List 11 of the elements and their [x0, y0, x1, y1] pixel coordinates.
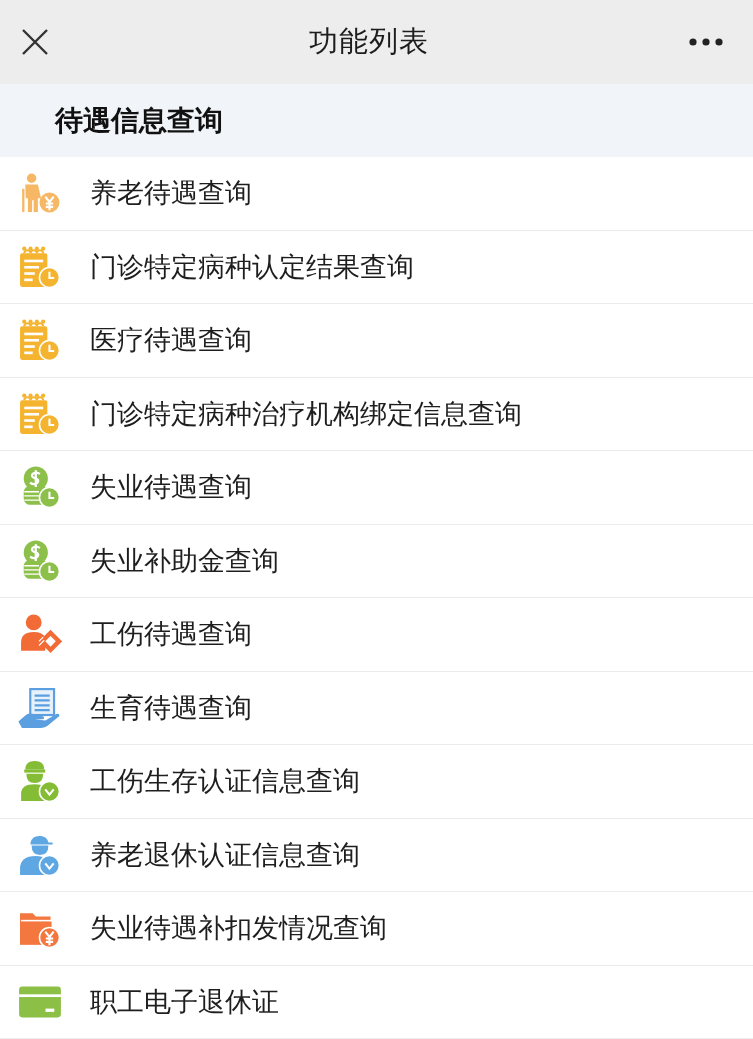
calendar-clock-icon — [18, 319, 62, 362]
calendar-clock-icon — [18, 392, 62, 435]
worker-check-icon — [18, 760, 62, 803]
person-diamond-icon — [18, 614, 62, 655]
card-icon — [18, 984, 62, 1019]
calendar-clock-icon — [18, 245, 62, 288]
section-header: 待遇信息查询 — [0, 84, 753, 157]
page-title: 功能列表 — [308, 23, 429, 60]
person-cap-check-icon — [18, 833, 62, 876]
close-icon — [22, 29, 48, 55]
more-icon — [689, 38, 723, 46]
